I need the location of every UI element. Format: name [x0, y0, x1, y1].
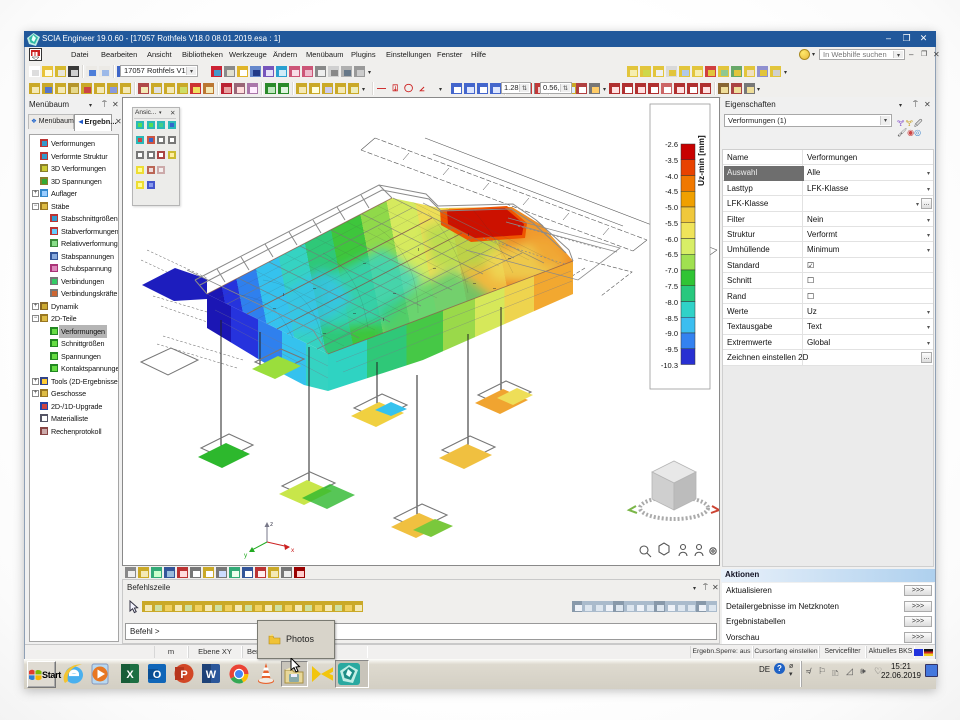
svg-text:W: W: [206, 669, 217, 681]
svg-text:-4.0: -4.0: [665, 172, 678, 181]
svg-text:O: O: [153, 669, 162, 681]
svg-text:-10.3: -10.3: [661, 361, 678, 370]
svg-text:-4.5: -4.5: [665, 187, 678, 196]
svg-text:y: y: [244, 552, 248, 559]
svg-text:x: x: [291, 547, 295, 554]
svg-text:-7.0: -7.0: [665, 266, 678, 275]
svg-text:Uz-min [mm]: Uz-min [mm]: [696, 135, 706, 186]
svg-text:-2.6: -2.6: [665, 140, 678, 149]
svg-text:-6.5: -6.5: [665, 250, 678, 259]
svg-text:-9.5: -9.5: [665, 345, 678, 354]
svg-text:-9.0: -9.0: [665, 329, 678, 338]
svg-text:-5.5: -5.5: [665, 219, 678, 228]
svg-text:-8.0: -8.0: [665, 298, 678, 307]
svg-text:-8.5: -8.5: [665, 314, 678, 323]
svg-text:X: X: [126, 669, 134, 681]
svg-text:-3.5: -3.5: [665, 156, 678, 165]
svg-text:P: P: [180, 669, 187, 681]
svg-text:-7.5: -7.5: [665, 282, 678, 291]
svg-text:-6.0: -6.0: [665, 235, 678, 244]
svg-text:z: z: [270, 521, 273, 528]
svg-text:-5.0: -5.0: [665, 203, 678, 212]
